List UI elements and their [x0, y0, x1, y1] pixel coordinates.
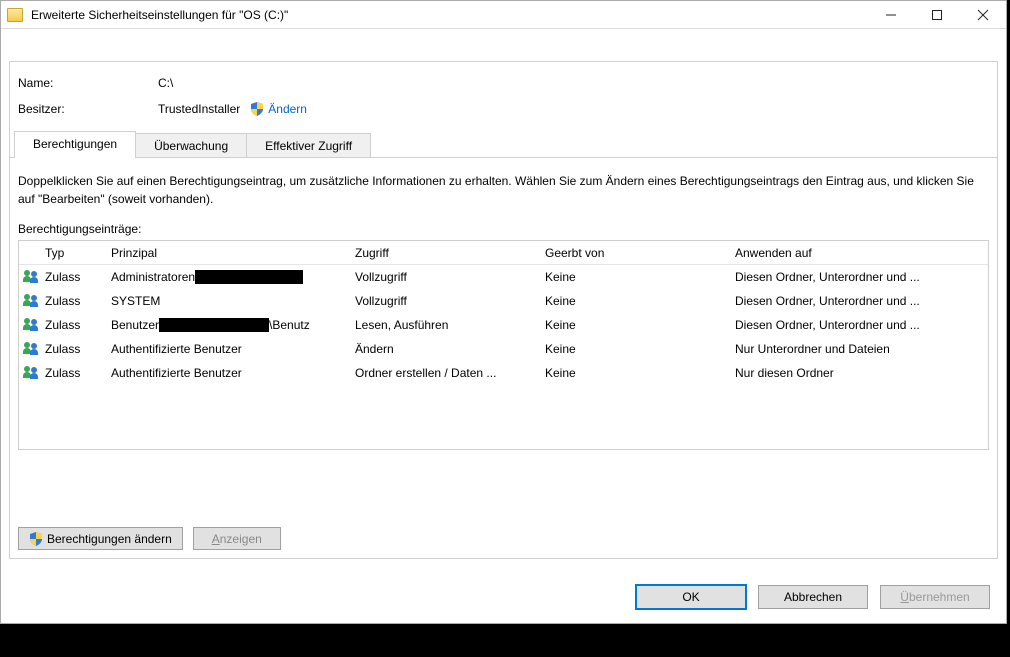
cell-prinzipal: SYSTEM: [111, 294, 355, 308]
col-typ[interactable]: Typ: [45, 246, 111, 260]
cell-zugriff: Vollzugriff: [355, 270, 545, 284]
permissions-grid[interactable]: Typ Prinzipal Zugriff Geerbt von Anwende…: [18, 240, 989, 450]
cell-prinzipal: Authentifizierte Benutzer: [111, 342, 355, 356]
users-icon: [24, 294, 40, 308]
advanced-security-window: Erweiterte Sicherheitseinstellungen für …: [0, 0, 1007, 624]
tab-auditing[interactable]: Überwachung: [135, 133, 247, 157]
users-icon: [24, 270, 40, 284]
entries-label: Berechtigungseinträge:: [18, 222, 989, 236]
cell-geerbt: Keine: [545, 270, 735, 284]
cell-typ: Zulass: [45, 270, 111, 284]
users-icon: [24, 318, 40, 332]
ok-button[interactable]: OK: [636, 585, 746, 609]
users-icon: [24, 342, 40, 356]
close-button[interactable]: [960, 1, 1006, 29]
minimize-button[interactable]: [868, 1, 914, 29]
cell-anwenden: Nur Unterordner und Dateien: [735, 342, 988, 356]
tab-permissions[interactable]: Berechtigungen: [14, 131, 136, 157]
header-fields: Name: C:\ Besitzer: TrustedInstaller Änd…: [10, 62, 997, 134]
cell-anwenden: Diesen Ordner, Unterordner und ...: [735, 270, 988, 284]
cell-prinzipal: Benutzer\Benutz: [111, 318, 355, 332]
table-row[interactable]: ZulassAuthentifizierte BenutzerOrdner er…: [19, 361, 988, 385]
shield-icon: [250, 102, 264, 116]
cell-anwenden: Diesen Ordner, Unterordner und ...: [735, 318, 988, 332]
hint-text: Doppelklicken Sie auf einen Berechtigung…: [18, 172, 989, 208]
owner-label: Besitzer:: [18, 102, 158, 116]
col-anwenden[interactable]: Anwenden auf: [735, 246, 988, 260]
table-row[interactable]: ZulassAuthentifizierte BenutzerÄndernKei…: [19, 337, 988, 361]
shield-icon: [29, 532, 43, 546]
name-label: Name:: [18, 76, 158, 90]
redacted-text: [195, 270, 303, 284]
redacted-text: [159, 318, 269, 332]
tab-effective-access[interactable]: Effektiver Zugriff: [246, 133, 371, 157]
folder-icon: [7, 8, 23, 22]
cell-zugriff: Lesen, Ausführen: [355, 318, 545, 332]
change-permissions-label: Berechtigungen ändern: [47, 532, 172, 546]
table-row[interactable]: ZulassAdministratoren VollzugriffKeineDi…: [19, 265, 988, 289]
cell-anwenden: Diesen Ordner, Unterordner und ...: [735, 294, 988, 308]
titlebar[interactable]: Erweiterte Sicherheitseinstellungen für …: [1, 1, 1006, 29]
table-row[interactable]: ZulassBenutzer\BenutzLesen, AusführenKei…: [19, 313, 988, 337]
cell-typ: Zulass: [45, 342, 111, 356]
cell-geerbt: Keine: [545, 318, 735, 332]
cell-geerbt: Keine: [545, 366, 735, 380]
tabstrip: Berechtigungen Überwachung Effektiver Zu…: [10, 132, 997, 158]
cell-zugriff: Ordner erstellen / Daten ...: [355, 366, 545, 380]
view-button: Anzeigen: [193, 527, 281, 550]
cancel-button[interactable]: Abbrechen: [758, 585, 868, 609]
owner-value: TrustedInstaller: [158, 102, 240, 116]
cell-typ: Zulass: [45, 318, 111, 332]
cell-zugriff: Ändern: [355, 342, 545, 356]
cell-prinzipal: Administratoren: [111, 270, 355, 284]
dialog-footer: OK Abbrechen Übernehmen: [636, 585, 990, 609]
cell-prinzipal: Authentifizierte Benutzer: [111, 366, 355, 380]
maximize-button[interactable]: [914, 1, 960, 29]
name-value: C:\: [158, 76, 173, 90]
col-zugriff[interactable]: Zugriff: [355, 246, 545, 260]
change-permissions-button[interactable]: Berechtigungen ändern: [18, 527, 183, 550]
users-icon: [24, 366, 40, 380]
cell-geerbt: Keine: [545, 342, 735, 356]
content-panel: Name: C:\ Besitzer: TrustedInstaller Änd…: [9, 61, 998, 559]
cell-anwenden: Nur diesen Ordner: [735, 366, 988, 380]
cell-typ: Zulass: [45, 294, 111, 308]
apply-button: Übernehmen: [880, 585, 990, 609]
col-geerbt[interactable]: Geerbt von: [545, 246, 735, 260]
table-row[interactable]: ZulassSYSTEMVollzugriffKeineDiesen Ordne…: [19, 289, 988, 313]
tab-body: Doppelklicken Sie auf einen Berechtigung…: [10, 158, 997, 458]
col-prinzipal[interactable]: Prinzipal: [111, 246, 355, 260]
cell-typ: Zulass: [45, 366, 111, 380]
window-title: Erweiterte Sicherheitseinstellungen für …: [31, 8, 288, 22]
panel-buttons: Berechtigungen ändern Anzeigen: [18, 527, 281, 550]
change-owner-link[interactable]: Ändern: [268, 102, 307, 116]
cell-geerbt: Keine: [545, 294, 735, 308]
grid-header[interactable]: Typ Prinzipal Zugriff Geerbt von Anwende…: [19, 241, 988, 265]
cell-zugriff: Vollzugriff: [355, 294, 545, 308]
